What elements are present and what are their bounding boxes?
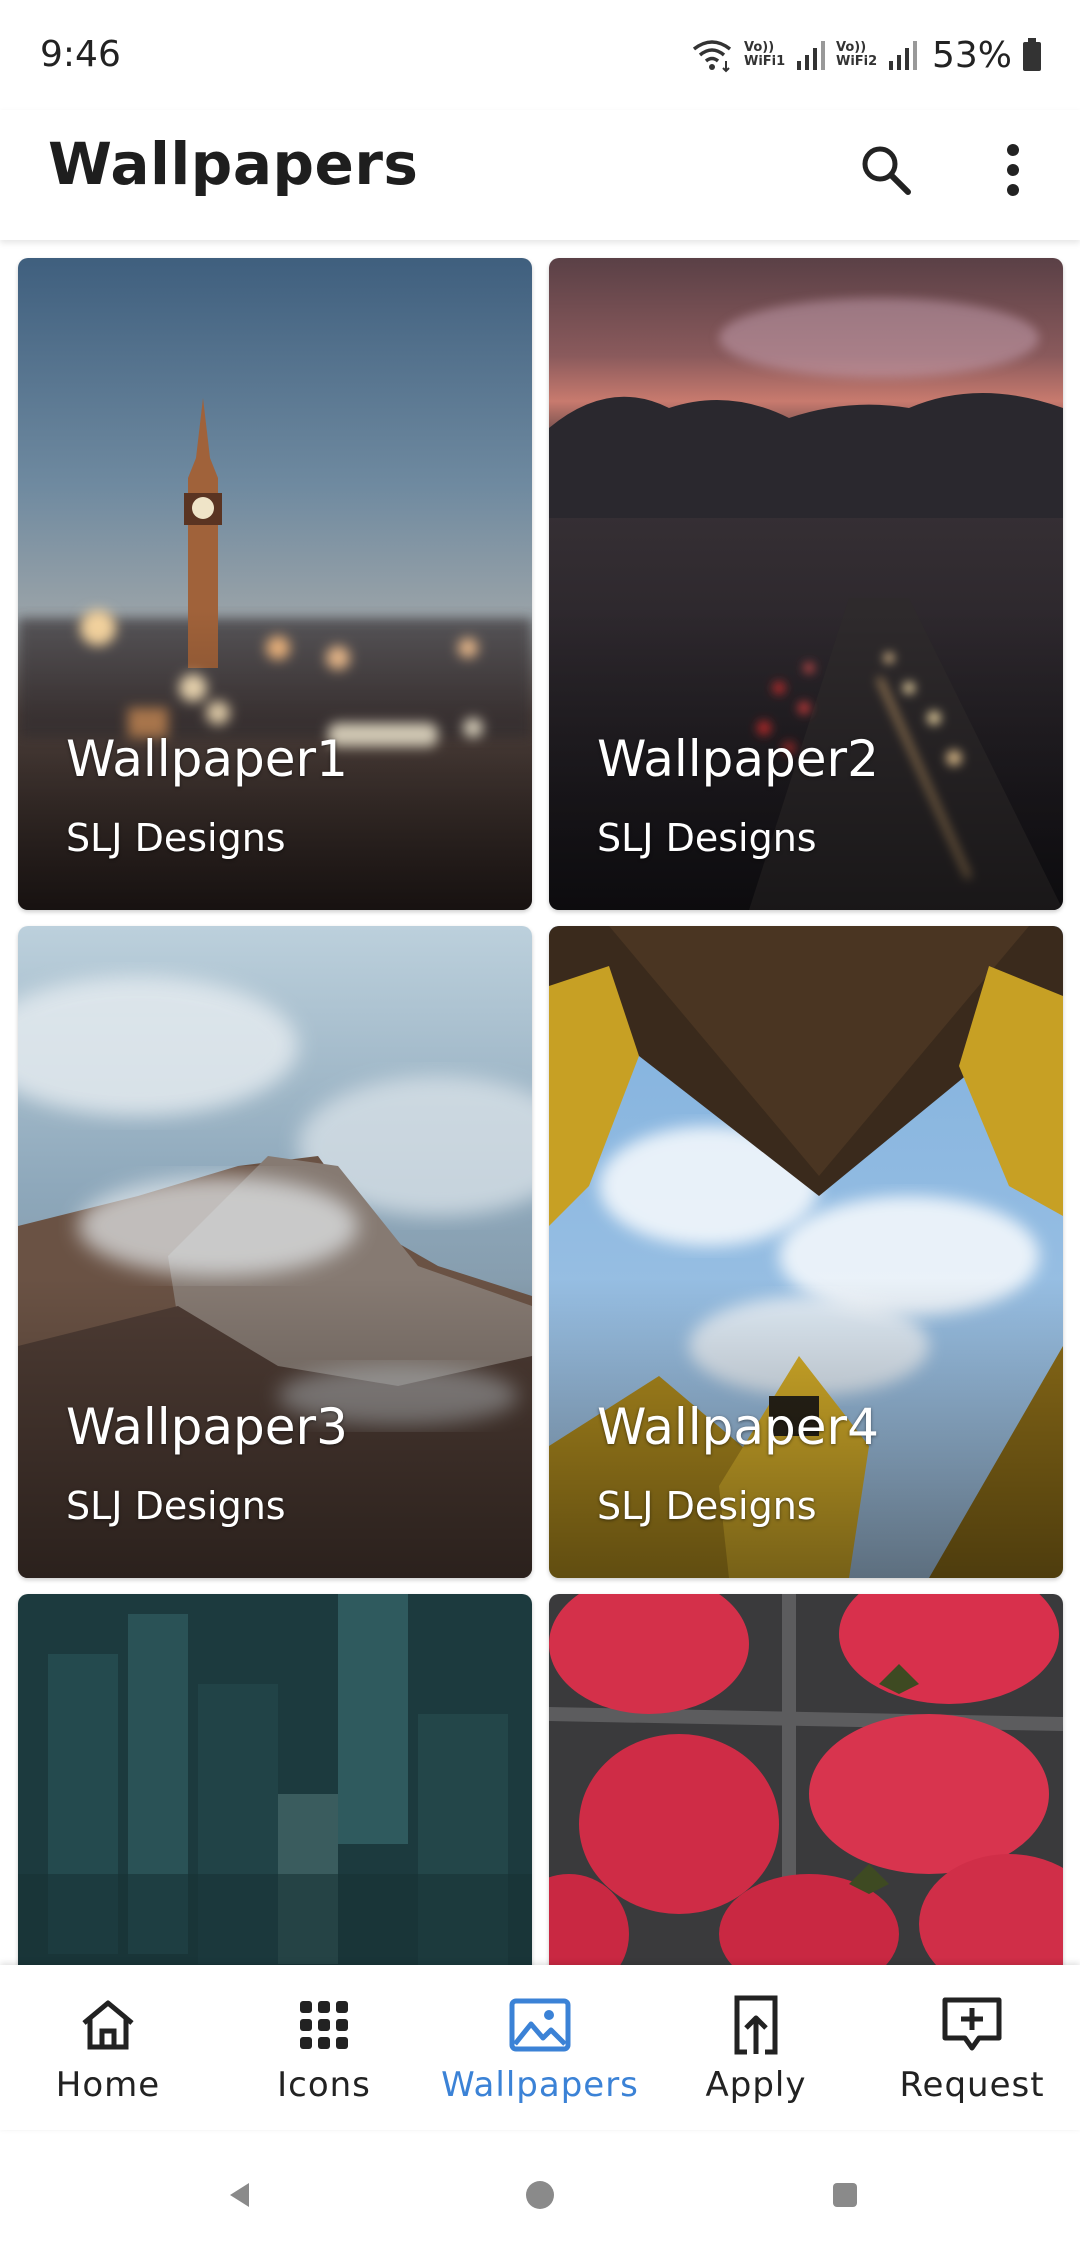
- more-vert-icon: [1007, 144, 1019, 196]
- system-navigation: [0, 2130, 1080, 2260]
- nav-label: Apply: [705, 2065, 807, 2105]
- nav-label: Wallpapers: [441, 2065, 639, 2105]
- wallpaper-title: Wallpaper3: [66, 1398, 348, 1456]
- battery-percent: 53%: [931, 34, 1012, 76]
- battery-icon: [1022, 38, 1042, 72]
- home-icon: [76, 1993, 140, 2057]
- wallpaper-thumbnail: [18, 1594, 532, 1965]
- system-recents-button[interactable]: [805, 2155, 885, 2235]
- nav-label: Request: [899, 2065, 1045, 2105]
- wallpaper-card[interactable]: Wallpaper1 SLJ Designs: [18, 258, 532, 910]
- wallpaper-card[interactable]: Wallpaper2 SLJ Designs: [549, 258, 1063, 910]
- apply-icon: [724, 1993, 788, 2057]
- nav-item-icons[interactable]: Icons: [216, 1965, 432, 2130]
- wallpaper-thumbnail: [549, 1594, 1063, 1965]
- volte-wifi1-icon: Vo)) WiFi1: [743, 40, 786, 69]
- wallpaper-card[interactable]: Wallpaper3 SLJ Designs: [18, 926, 532, 1578]
- wallpaper-card[interactable]: Wallpaper4 SLJ Designs: [549, 926, 1063, 1578]
- search-button[interactable]: [846, 130, 926, 210]
- wallpaper-author: SLJ Designs: [66, 1484, 286, 1528]
- nav-item-home[interactable]: Home: [0, 1965, 216, 2130]
- image-icon: [508, 1993, 572, 2057]
- wallpaper-card[interactable]: [549, 1594, 1063, 1965]
- nav-item-wallpapers[interactable]: Wallpapers: [432, 1965, 648, 2130]
- signal-icon: [888, 39, 918, 71]
- wallpaper-grid: Wallpaper1 SLJ Designs Wallpaper2 SLJ De…: [0, 240, 1080, 1965]
- system-back-button[interactable]: [200, 2155, 280, 2235]
- nav-item-request[interactable]: Request: [864, 1965, 1080, 2130]
- nav-item-apply[interactable]: Apply: [648, 1965, 864, 2130]
- wallpaper-title: Wallpaper2: [597, 730, 879, 788]
- volte-wifi2-icon: Vo)) WiFi2: [835, 40, 878, 69]
- wallpaper-author: SLJ Designs: [66, 816, 286, 860]
- wallpaper-title: Wallpaper1: [66, 730, 348, 788]
- grid-icon: [292, 1993, 356, 2057]
- search-icon: [862, 146, 911, 195]
- wallpaper-title: Wallpaper4: [597, 1398, 879, 1456]
- app-bar: Wallpapers: [0, 110, 1080, 240]
- nav-label: Home: [55, 2065, 161, 2105]
- wallpaper-card[interactable]: [18, 1594, 532, 1965]
- status-bar: 9:46 Vo)) WiFi1 Vo)) WiFi2 53%: [0, 0, 1080, 110]
- nav-label: Icons: [277, 2065, 371, 2105]
- system-home-button[interactable]: [500, 2155, 580, 2235]
- recents-icon: [833, 2183, 857, 2207]
- add-box-icon: [940, 1993, 1004, 2057]
- home-circle-icon: [526, 2181, 554, 2209]
- more-options-button[interactable]: [973, 130, 1053, 210]
- back-icon: [230, 2183, 249, 2207]
- wifi-icon: [690, 37, 734, 73]
- wallpaper-author: SLJ Designs: [597, 1484, 817, 1528]
- wallpaper-author: SLJ Designs: [597, 816, 817, 860]
- bottom-navigation: Home Icons Wallpapers Apply Request: [0, 1965, 1080, 2130]
- page-title: Wallpapers: [48, 130, 419, 198]
- signal-icon: [796, 39, 826, 71]
- status-icons: Vo)) WiFi1 Vo)) WiFi2 53%: [690, 30, 1042, 80]
- status-time: 9:46: [40, 34, 121, 75]
